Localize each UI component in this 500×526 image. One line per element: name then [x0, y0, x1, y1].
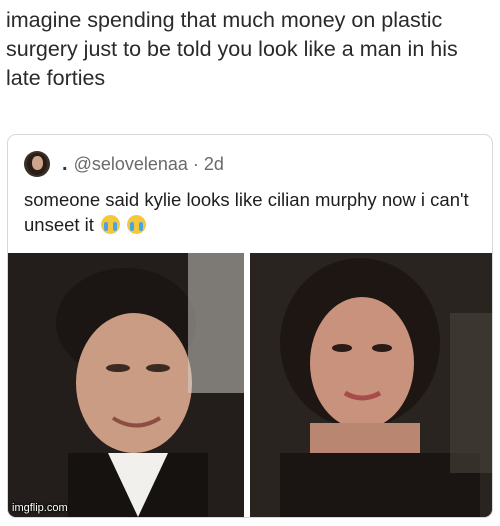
photo-left-illustration — [8, 253, 244, 517]
loudly-crying-face-icon — [101, 215, 121, 234]
photo-right[interactable] — [250, 253, 492, 517]
avatar[interactable] — [24, 151, 50, 177]
tweet-header: . @selovelenaa · 2d — [24, 149, 224, 179]
meme-caption: imagine spending that much money on plas… — [6, 8, 458, 90]
tweet-card: . @selovelenaa · 2d someone said kylie l… — [7, 134, 493, 518]
handle-separator: . — [62, 152, 68, 175]
avatar-face — [32, 156, 43, 170]
photo-left[interactable]: imgflip.com — [8, 253, 244, 517]
loudly-crying-face-icon — [127, 215, 147, 234]
tweet-handle[interactable]: @selovelenaa · 2d — [74, 154, 224, 175]
watermark: imgflip.com — [12, 502, 68, 514]
tweet-body: someone said kylie looks like cilian mur… — [24, 189, 469, 235]
photo-right-illustration — [250, 253, 492, 517]
tweet-text: someone said kylie looks like cilian mur… — [24, 187, 484, 237]
